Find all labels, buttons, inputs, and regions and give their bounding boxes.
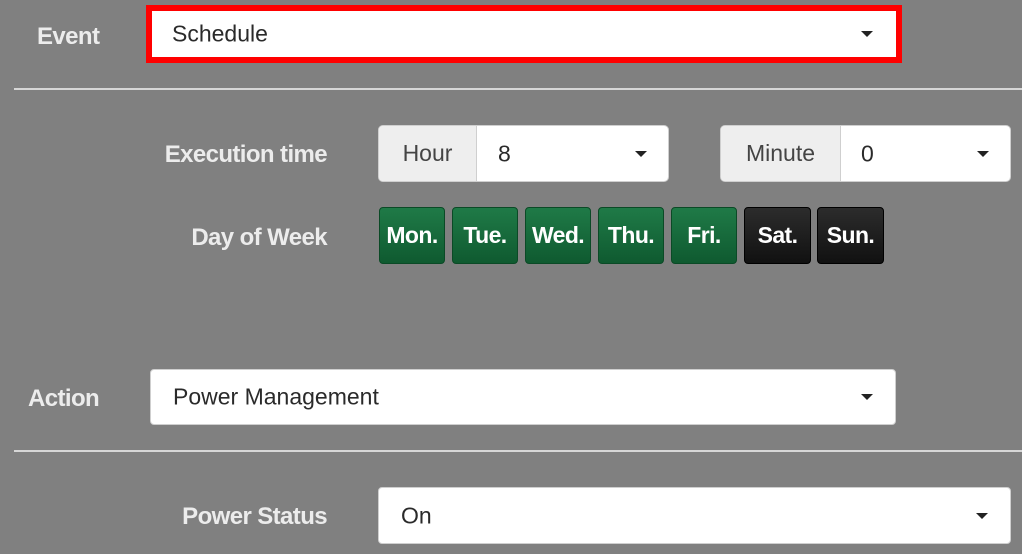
chevron-down-icon xyxy=(861,31,873,37)
day-of-week-label: Day of Week xyxy=(191,224,327,251)
action-select[interactable]: Power Management xyxy=(150,369,896,425)
day-button-fri[interactable]: Fri. xyxy=(671,207,737,264)
event-select[interactable]: Schedule xyxy=(146,5,902,63)
minute-select[interactable]: Minute 0 xyxy=(720,125,1011,182)
power-status-select[interactable]: On xyxy=(378,487,1011,544)
action-select-value: Power Management xyxy=(173,383,379,410)
event-label: Event xyxy=(37,23,100,50)
chevron-down-icon xyxy=(635,150,647,157)
day-button-tue[interactable]: Tue. xyxy=(452,207,518,264)
day-button-sat[interactable]: Sat. xyxy=(744,207,811,264)
day-button-mon[interactable]: Mon. xyxy=(379,207,445,264)
minute-select-value: 0 xyxy=(861,140,874,166)
divider xyxy=(14,88,1022,90)
power-status-select-value: On xyxy=(401,502,432,528)
day-button-sun[interactable]: Sun. xyxy=(817,207,884,264)
chevron-down-icon xyxy=(861,394,873,400)
divider xyxy=(14,450,1022,452)
hour-addon-label: Hour xyxy=(379,126,477,181)
execution-time-label: Execution time xyxy=(164,141,328,168)
action-label: Action xyxy=(28,385,100,412)
event-select-value: Schedule xyxy=(172,20,268,47)
day-button-thu[interactable]: Thu. xyxy=(598,207,664,264)
chevron-down-icon xyxy=(976,512,988,519)
minute-addon-label: Minute xyxy=(721,126,841,181)
hour-select[interactable]: Hour 8 xyxy=(378,125,669,182)
hour-select-value: 8 xyxy=(498,140,511,166)
chevron-down-icon xyxy=(977,150,989,157)
day-button-wed[interactable]: Wed. xyxy=(525,207,591,264)
power-status-label: Power Status xyxy=(182,503,327,530)
